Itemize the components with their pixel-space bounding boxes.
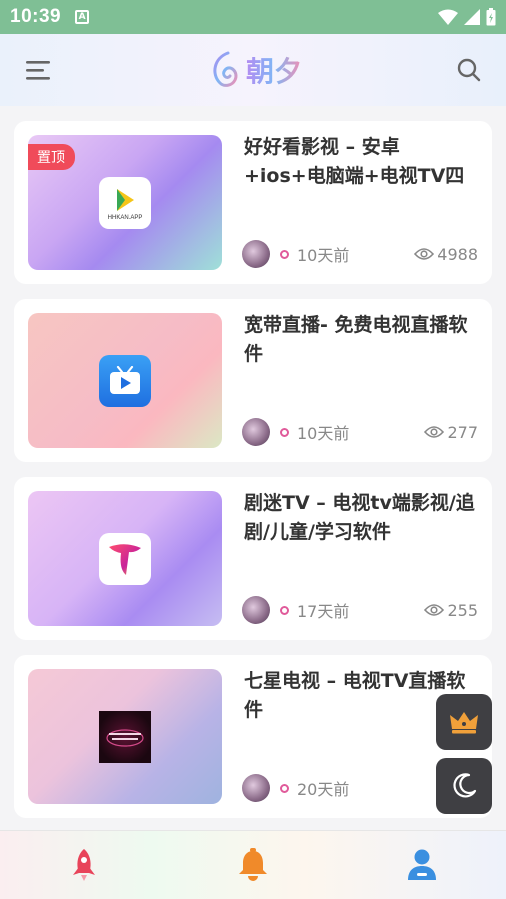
app-logo-icon: HHKAN.APP [99, 176, 151, 229]
logo-mark-icon [213, 51, 238, 87]
status-icons [438, 8, 496, 26]
post-time: 20天前 [297, 780, 350, 799]
eye-icon [424, 604, 445, 616]
time-dot-icon [280, 783, 289, 793]
app-logo-text: HHKAN.APP [107, 214, 143, 221]
logo-text: 朝夕 [246, 50, 302, 90]
avatar[interactable] [242, 596, 270, 624]
moon-icon [453, 773, 477, 798]
battery-icon [486, 8, 496, 26]
post-title[interactable]: 宽带直播- 免费电视直播软件 [244, 311, 478, 369]
vip-button[interactable] [436, 694, 492, 750]
post-meta: 10天前 277 [242, 417, 478, 447]
post-thumbnail[interactable] [28, 313, 222, 448]
eye-icon [424, 426, 445, 438]
view-count: 4988 [414, 245, 478, 264]
post-title[interactable]: 好好看影视 – 安卓+ios+电脑端+电视TV四端 [244, 133, 478, 191]
post-card[interactable]: HHKAN.APP 置顶 好好看影视 – 安卓+ios+电脑端+电视TV四端 1… [14, 121, 492, 284]
post-meta: 10天前 4988 [242, 239, 478, 269]
user-icon [407, 849, 436, 880]
jumi-app-icon [99, 532, 151, 585]
bottom-nav [0, 830, 506, 899]
status-bar: 10:39 A [0, 0, 506, 34]
time-dot-icon [280, 605, 289, 615]
notification-icon: A [75, 10, 90, 24]
tab-profile[interactable] [392, 835, 452, 895]
tab-home[interactable] [54, 835, 114, 895]
post-meta: 17天前 255 [242, 595, 478, 625]
view-count-value: 4988 [437, 244, 478, 264]
signal-icon [464, 9, 480, 25]
qixing-app-icon [99, 710, 151, 763]
tv-app-icon [99, 354, 151, 407]
post-time: 10天前 [297, 246, 350, 265]
view-count-value: 255 [447, 600, 478, 620]
avatar[interactable] [242, 774, 270, 802]
crown-icon [450, 712, 478, 734]
post-thumbnail[interactable]: HHKAN.APP 置顶 [28, 135, 222, 270]
rocket-icon [73, 849, 96, 881]
post-card[interactable]: 宽带直播- 免费电视直播软件 10天前 277 [14, 299, 492, 462]
menu-icon[interactable] [24, 58, 54, 82]
view-count: 255 [424, 601, 478, 620]
post-thumbnail[interactable] [28, 669, 222, 804]
pinned-badge: 置顶 [28, 144, 75, 170]
app-header: 朝夕 [0, 34, 506, 106]
view-count-value: 277 [447, 422, 478, 442]
time-dot-icon [280, 249, 289, 259]
bell-icon [238, 848, 267, 881]
view-count: 277 [424, 423, 478, 442]
post-time: 17天前 [297, 602, 350, 621]
post-title[interactable]: 剧迷TV – 电视tv端影视/追剧/儿童/学习软件 [244, 489, 478, 547]
post-card[interactable]: 剧迷TV – 电视tv端影视/追剧/儿童/学习软件 17天前 255 [14, 477, 492, 640]
post-thumbnail[interactable] [28, 491, 222, 626]
dark-mode-button[interactable] [436, 758, 492, 814]
status-time: 10:39 [10, 6, 62, 27]
app-logo: 朝夕 [208, 50, 302, 90]
avatar[interactable] [242, 418, 270, 446]
post-time: 10天前 [297, 424, 350, 443]
post-list: HHKAN.APP 置顶 好好看影视 – 安卓+ios+电脑端+电视TV四端 1… [14, 121, 492, 833]
eye-icon [414, 248, 435, 260]
search-icon[interactable] [456, 57, 482, 83]
time-dot-icon [280, 427, 289, 437]
tab-notifications[interactable] [223, 835, 283, 895]
post-card[interactable]: 七星电视 – 电视TV直播软件 20天前 2 [14, 655, 492, 818]
wifi-icon [438, 9, 458, 25]
avatar[interactable] [242, 240, 270, 268]
